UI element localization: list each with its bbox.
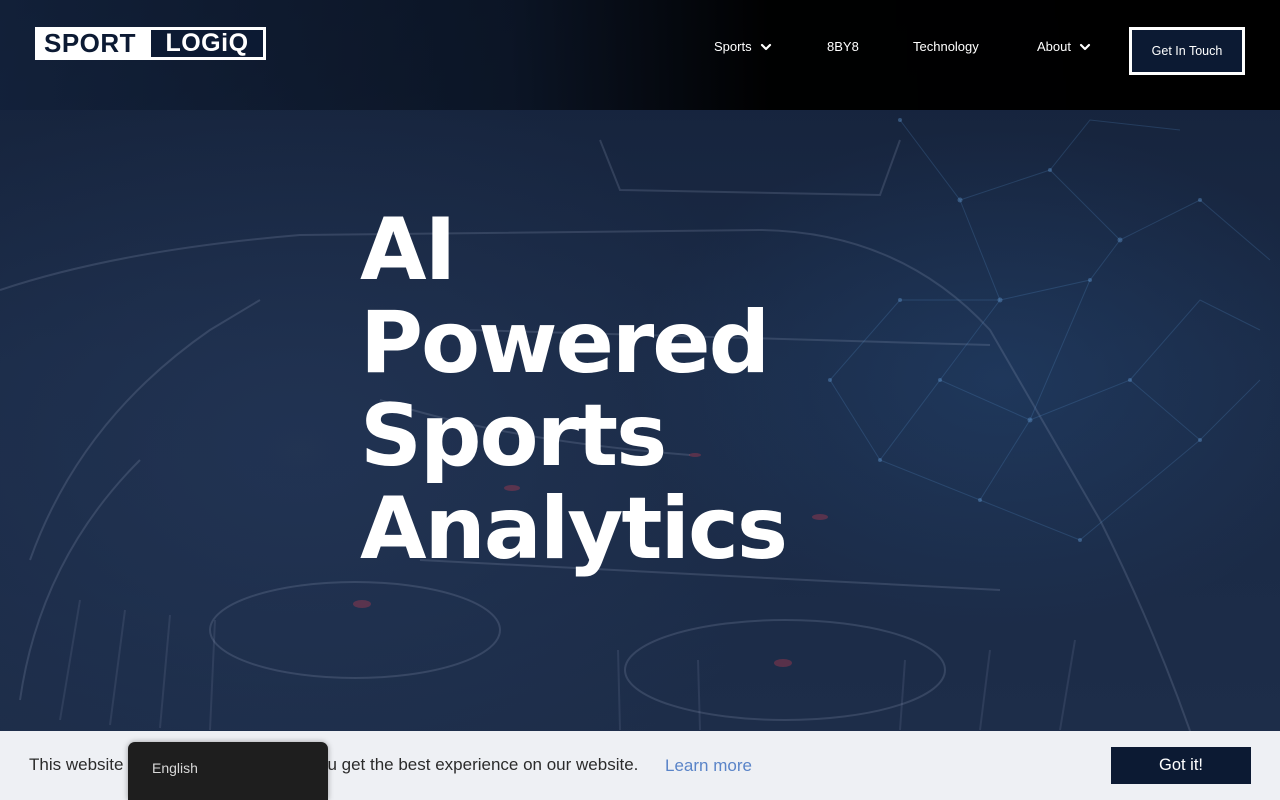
cookie-accept-button[interactable]: Got it! [1111, 747, 1251, 784]
nav-item-sports[interactable]: Sports [714, 39, 773, 54]
nav-item-label: Technology [913, 39, 979, 54]
nav-item-label: 8BY8 [827, 39, 859, 54]
get-in-touch-button[interactable]: Get In Touch [1129, 27, 1245, 75]
learn-more-link[interactable]: Learn more [665, 756, 752, 776]
logo-text-sport: SPORT [44, 28, 137, 58]
cookie-message-start: This website [29, 755, 124, 774]
headline-line: Analytics [360, 479, 788, 579]
nav-item-8by8[interactable]: 8BY8 [827, 39, 859, 54]
hero-headline: AI Powered Sports Analytics [360, 200, 788, 579]
chevron-down-icon [1079, 43, 1091, 50]
logo-text-logiq: LOGiQ [165, 29, 249, 57]
nav-item-label: About [1037, 39, 1071, 54]
language-current: English [152, 760, 198, 776]
headline-line: Sports [360, 386, 667, 486]
headline-line: Powered [360, 293, 770, 393]
nav-item-technology[interactable]: Technology [913, 39, 979, 54]
headline-line: AI [360, 200, 457, 300]
chevron-down-icon [760, 43, 771, 50]
sportlogiq-logo[interactable]: SPORT LOGiQ [35, 27, 266, 60]
language-switcher[interactable]: English [128, 742, 328, 800]
cookie-message-end: ou get the best experience on our websit… [318, 755, 639, 774]
site-header: SPORT LOGiQ Sports 8BY8 Technology About… [0, 0, 1280, 110]
nav-item-label: Sports [714, 39, 752, 54]
nav-item-about[interactable]: About [1037, 39, 1092, 54]
logo-logiq-box: LOGiQ [151, 29, 263, 57]
